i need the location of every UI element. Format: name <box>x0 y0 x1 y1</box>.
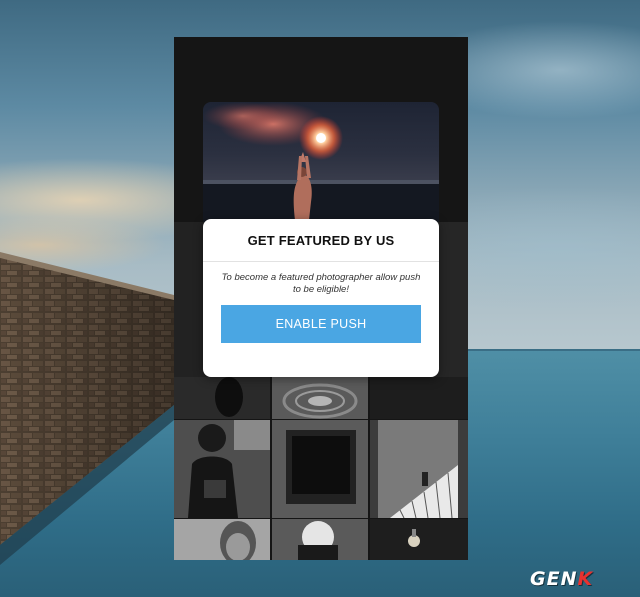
thumbnail-helmet[interactable] <box>272 519 368 560</box>
featured-photo[interactable] <box>203 102 439 232</box>
thumbnail-masked-figure[interactable] <box>174 420 270 518</box>
logo-text: GEN <box>530 568 578 590</box>
modal-message: To become a featured photographer allow … <box>221 272 421 295</box>
divider <box>203 261 439 262</box>
logo-accent: K <box>577 568 594 590</box>
thumbnail-portrait[interactable] <box>174 377 270 419</box>
thumbnail[interactable] <box>370 377 468 419</box>
featured-modal: GET FEATURED BY US To become a featured … <box>203 219 439 377</box>
genk-logo: GENK <box>530 568 593 590</box>
modal-title: GET FEATURED BY US <box>247 233 395 248</box>
thumbnail-face[interactable] <box>174 519 270 560</box>
thumbnail-swirl[interactable] <box>272 377 368 419</box>
thumbnail-piano[interactable] <box>370 420 468 518</box>
thumbnail-framed[interactable] <box>272 420 368 518</box>
thumbnail-lamp[interactable] <box>370 519 468 560</box>
enable-push-button[interactable]: ENABLE PUSH <box>221 305 421 343</box>
